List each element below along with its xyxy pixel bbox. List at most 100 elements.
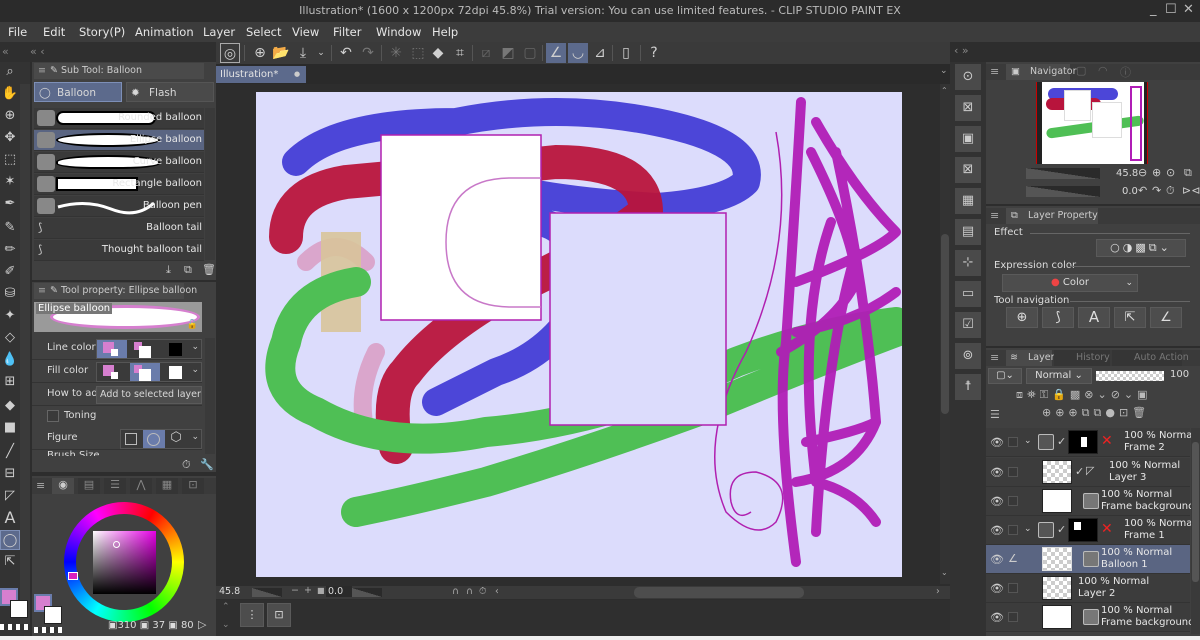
line-color-selector[interactable]: ⌄ bbox=[96, 339, 202, 359]
fill-tool-icon[interactable]: ◆ bbox=[0, 396, 20, 416]
collapse-icon[interactable]: « ‹ bbox=[30, 45, 45, 58]
snap-special-ruler-icon[interactable]: ◡ bbox=[568, 43, 588, 63]
clear-selection-icon[interactable]: ✳ bbox=[386, 43, 406, 63]
figure-selector[interactable]: ⬡ ⌄ bbox=[120, 429, 202, 449]
saturation-value-square[interactable] bbox=[93, 531, 156, 594]
blend-tool-icon[interactable]: 💧 bbox=[0, 350, 20, 370]
rotation-value[interactable]: 0.0 bbox=[326, 586, 352, 597]
eye-icon[interactable]: 👁 bbox=[990, 611, 1004, 624]
trash-icon[interactable]: 🗑 bbox=[202, 263, 216, 276]
rotate-left-icon[interactable]: ∩ bbox=[452, 586, 459, 597]
transparent-color-swatch[interactable] bbox=[0, 624, 28, 630]
menu-icon[interactable]: ≡ bbox=[36, 479, 45, 492]
layer-row-frame-1[interactable]: 👁 ⌄ ✓ ✕ 100 % Normal Frame 1 bbox=[986, 516, 1195, 545]
layer-checkbox[interactable] bbox=[1008, 612, 1018, 622]
menu-icon[interactable]: ≡ bbox=[990, 209, 999, 222]
invert-selection-icon[interactable]: ⬚ bbox=[408, 43, 428, 63]
sv-picker[interactable] bbox=[113, 541, 120, 548]
toning-checkbox[interactable] bbox=[47, 410, 59, 422]
layer-row-frame-2[interactable]: 👁 ⌄ ✓ ✕ 100 % Normal Frame 2 bbox=[986, 428, 1195, 457]
material-3d-icon[interactable]: ⊚ bbox=[955, 343, 981, 369]
close-button[interactable]: ✕ bbox=[1183, 2, 1194, 17]
color-wheel-tab[interactable]: ◉ bbox=[52, 478, 74, 494]
layer-checkbox[interactable] bbox=[1008, 467, 1018, 477]
group-flash-button[interactable]: ✹ Flash bbox=[126, 82, 214, 102]
wrench-icon[interactable]: 🔧 bbox=[200, 458, 214, 471]
color-set-tab[interactable]: ☰ bbox=[104, 478, 126, 494]
menu-icon[interactable]: ≡ bbox=[990, 65, 999, 78]
tool-property-tab[interactable]: ≡ ✎ Tool property: Ellipse balloon bbox=[34, 283, 197, 299]
menu-window[interactable]: Window bbox=[376, 25, 421, 39]
sub-tool-ellipse-balloon[interactable]: Ellipse balloon bbox=[34, 130, 204, 151]
material-pattern-icon[interactable]: ▦ bbox=[955, 188, 981, 214]
layer-row-layer-3[interactable]: 👁 ✓ ◸ 100 % Normal Layer 3 bbox=[986, 458, 1190, 487]
material-figure-icon[interactable]: ☨ bbox=[955, 374, 981, 400]
snap-ruler-icon[interactable]: ∠ bbox=[546, 43, 566, 63]
layer-checkbox[interactable] bbox=[1008, 496, 1018, 506]
fill-color-selector[interactable]: ⌄ bbox=[96, 362, 202, 382]
eye-icon[interactable]: 👁 bbox=[990, 524, 1004, 537]
blend-mode-dropdown[interactable]: Normal ⌄ bbox=[1026, 368, 1092, 384]
rotate-right-icon[interactable]: ↷ bbox=[1152, 184, 1161, 197]
collapse-icon[interactable]: « bbox=[2, 45, 9, 58]
material-edit-icon[interactable]: ☑ bbox=[955, 312, 981, 338]
zoom-slider[interactable] bbox=[252, 588, 282, 597]
layer-scrollbar[interactable] bbox=[1191, 428, 1200, 634]
fit-icon[interactable]: ■ bbox=[317, 586, 325, 595]
layer-row-layer-2[interactable]: 👁 100 % Normal Layer 2 bbox=[986, 574, 1190, 603]
menu-story[interactable]: Story(P) bbox=[79, 25, 125, 39]
balloon-tail-nav-button[interactable]: ⟆ bbox=[1042, 307, 1074, 328]
zoom-out-icon[interactable]: − bbox=[291, 585, 299, 596]
layer-search-tab[interactable]: ◠ bbox=[1098, 64, 1108, 77]
object-tool-nav-button[interactable]: ⊕ bbox=[1006, 307, 1038, 328]
transparent-color-swatch[interactable] bbox=[34, 627, 62, 633]
minimize-button[interactable]: _ bbox=[1150, 2, 1157, 17]
eye-icon[interactable]: 👁 bbox=[990, 553, 1004, 566]
layer-color-button[interactable]: ▢⌄ bbox=[988, 368, 1022, 384]
zoom-out-icon[interactable]: ⊖ bbox=[1138, 166, 1147, 179]
menu-file[interactable]: File bbox=[8, 25, 27, 39]
undo-icon[interactable]: ↶ bbox=[336, 43, 356, 63]
navigator-rotation-value[interactable]: 0.0 bbox=[1122, 186, 1138, 197]
pen-nav-button[interactable]: ∠ bbox=[1150, 307, 1182, 328]
hand-tool-icon[interactable]: ✋ bbox=[0, 84, 20, 104]
open-icon[interactable]: 📂 bbox=[271, 43, 291, 63]
fit-window-icon[interactable]: ⧉ bbox=[1184, 166, 1192, 180]
rotate-right-icon[interactable]: ∩ bbox=[466, 586, 473, 597]
clip-studio-icon[interactable]: ◎ bbox=[220, 43, 240, 63]
magic-wand-icon[interactable]: ✶ bbox=[0, 172, 20, 192]
sub-tool-balloon-pen[interactable]: Balloon pen bbox=[34, 196, 204, 217]
frame-icon[interactable]: ⊡ bbox=[267, 603, 291, 627]
eye-icon[interactable]: 👁 bbox=[990, 466, 1004, 479]
material-folder-icon[interactable]: ▣ bbox=[955, 126, 981, 152]
rotation-slider[interactable] bbox=[352, 588, 382, 597]
layer-create-buttons[interactable]: ⊕⊕⊕⧉⧉●⊡🗑 bbox=[1042, 406, 1197, 422]
tool-property-scrollbar[interactable] bbox=[205, 338, 215, 454]
object-tool-icon[interactable]: ⊕ bbox=[0, 106, 20, 126]
navigator-preview[interactable] bbox=[1036, 82, 1148, 164]
balloon-tool-icon[interactable]: ◯ bbox=[0, 530, 20, 550]
hide-selection-icon[interactable]: ⧄ bbox=[476, 43, 496, 63]
gradient-tool-icon[interactable]: ■ bbox=[0, 418, 20, 438]
horizontal-scroll-thumb[interactable] bbox=[634, 587, 804, 598]
eye-icon[interactable]: 👁 bbox=[990, 436, 1004, 449]
canvas[interactable] bbox=[256, 92, 902, 577]
zoom-in-icon[interactable]: ⊕ bbox=[1152, 166, 1161, 179]
transform-icon[interactable]: ⌗ bbox=[450, 43, 470, 63]
expression-color-dropdown[interactable]: ● Color ⌄ bbox=[1002, 274, 1138, 292]
frame-border-tool-icon[interactable]: ⊟ bbox=[0, 464, 20, 484]
sub-tool-rounded-balloon[interactable]: Rounded balloon bbox=[34, 108, 204, 129]
scroll-thumb[interactable] bbox=[941, 234, 949, 414]
sub-tool-rectangle-balloon[interactable]: Rectangle balloon bbox=[34, 174, 204, 195]
how-to-add-dropdown[interactable]: Add to selected layer bbox=[96, 386, 202, 404]
scroll-left-icon[interactable]: ‹ bbox=[495, 586, 499, 597]
chevron-down-icon[interactable]: ⌄ bbox=[1024, 436, 1032, 446]
sub-tool-curve-balloon[interactable]: Curve balloon bbox=[34, 152, 204, 173]
material-image-icon[interactable]: ▭ bbox=[955, 281, 981, 307]
navigator-icon[interactable]: ⊙ bbox=[955, 64, 981, 90]
text-nav-button[interactable]: A bbox=[1078, 307, 1110, 328]
material-icon[interactable]: ⊠ bbox=[955, 157, 981, 183]
duplicate-icon[interactable]: ⧉ bbox=[184, 263, 192, 277]
material-effect-icon[interactable]: ⊹ bbox=[955, 250, 981, 276]
snap-grid-icon[interactable]: ⊿ bbox=[590, 43, 610, 63]
